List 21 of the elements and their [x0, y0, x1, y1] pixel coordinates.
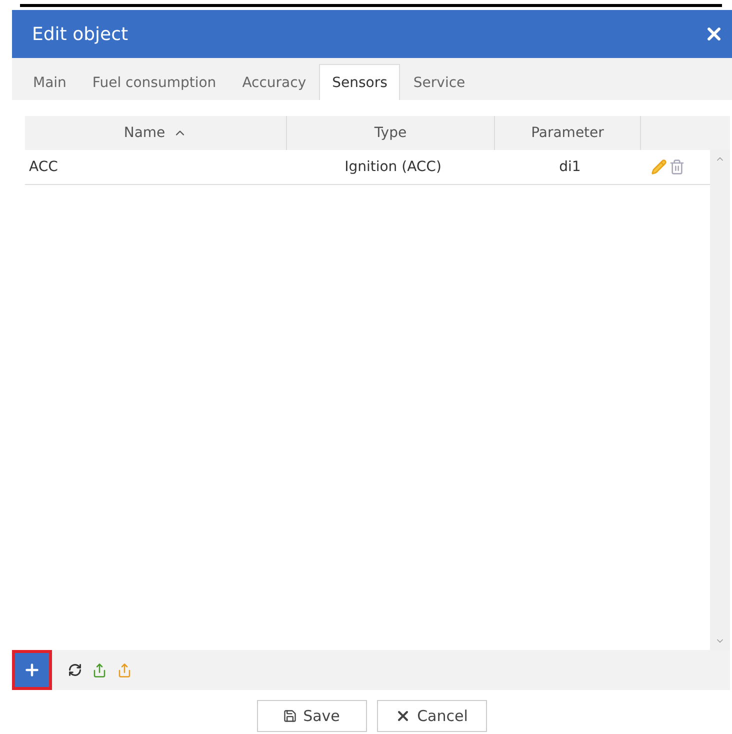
tab[interactable]: Main	[20, 64, 80, 100]
tab[interactable]: Sensors	[319, 64, 400, 100]
column-header[interactable]: Type	[374, 125, 407, 141]
trash-icon[interactable]	[669, 159, 685, 175]
save-button[interactable]: Save	[256, 700, 366, 732]
tab[interactable]: Accuracy	[229, 64, 320, 100]
add-button[interactable]	[12, 650, 52, 690]
column-header[interactable]: Parameter	[531, 125, 604, 141]
cancel-button[interactable]: Cancel	[376, 700, 486, 732]
table-cell-text: Ignition (ACC)	[344, 159, 442, 175]
table-cell-text: di1	[558, 159, 582, 175]
tab[interactable]: Service	[400, 64, 478, 100]
export-icon[interactable]	[117, 662, 132, 678]
plus-icon	[23, 661, 41, 679]
import-icon[interactable]	[92, 662, 107, 678]
table-cell-text: ACC	[28, 159, 59, 175]
refresh-icon[interactable]	[68, 663, 82, 677]
tab[interactable]: Fuel consumption	[79, 64, 230, 100]
window-title: Edit object	[32, 24, 128, 44]
edit-icon[interactable]	[651, 159, 667, 175]
column-header[interactable]: Name	[124, 125, 166, 141]
